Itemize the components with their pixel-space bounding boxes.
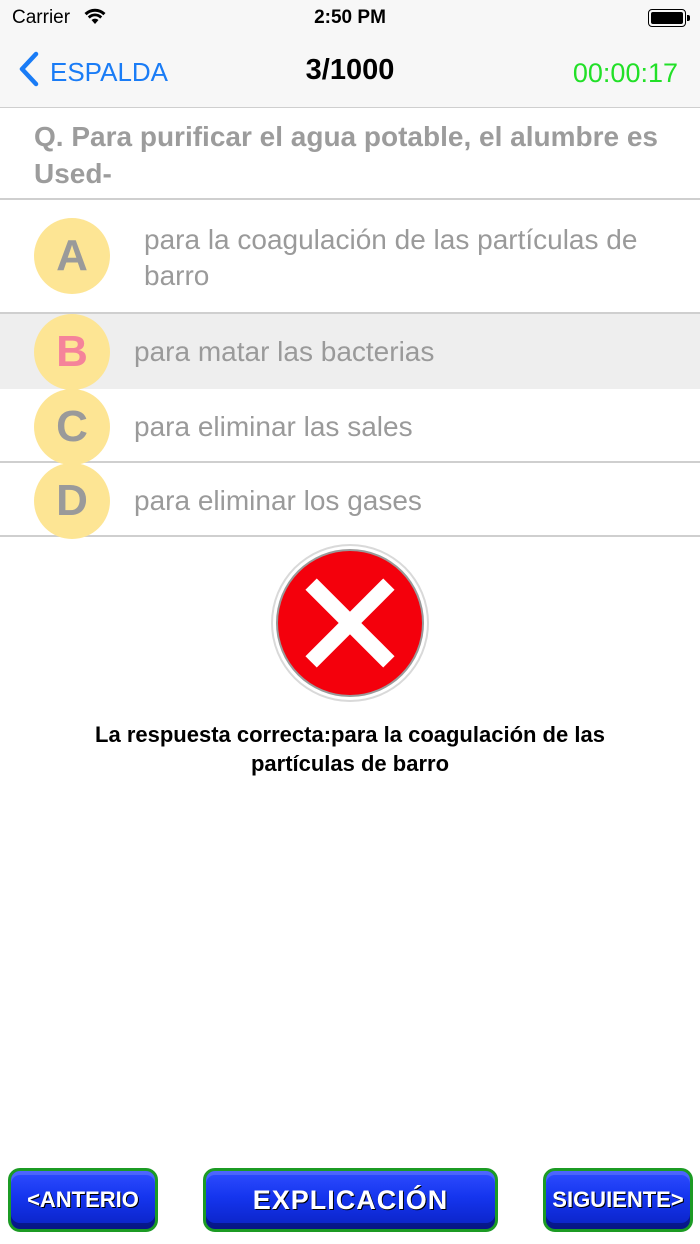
- correct-answer-message: La respuesta correcta:para la coagulació…: [95, 722, 605, 776]
- option-c[interactable]: C para eliminar las sales: [0, 389, 700, 465]
- status-time: 2:50 PM: [314, 7, 386, 28]
- explanation-button[interactable]: EXPLICACIÓN: [203, 1168, 498, 1232]
- option-b[interactable]: B para matar las bacterias: [0, 314, 700, 390]
- option-d-text: para eliminar los gases: [134, 485, 422, 516]
- previous-button[interactable]: <ANTERIO: [8, 1168, 158, 1232]
- option-d[interactable]: D para eliminar los gases: [0, 463, 700, 539]
- wrong-x-icon: [270, 543, 430, 703]
- option-a[interactable]: A para la coagulación de las partículas …: [0, 200, 700, 314]
- status-bar: Carrier 2:50 PM: [0, 0, 700, 36]
- battery-icon: [648, 9, 690, 27]
- navigation-bar: ESPALDA 3/1000 00:00:17: [0, 36, 700, 108]
- option-b-text: para matar las bacterias: [134, 336, 435, 367]
- question-text: Q. Para purificar el agua potable, el al…: [0, 108, 700, 200]
- option-c-text: para eliminar las sales: [134, 411, 413, 442]
- option-b-letter-badge: B: [34, 314, 110, 390]
- option-c-letter-badge: C: [34, 389, 110, 465]
- option-d-letter-badge: D: [34, 463, 110, 539]
- option-a-text: para la coagulación de las partículas de…: [144, 224, 638, 291]
- next-button[interactable]: SIGUIENTE>: [543, 1168, 693, 1232]
- quiz-timer: 00:00:17: [572, 58, 678, 88]
- option-a-letter-badge: A: [34, 218, 110, 294]
